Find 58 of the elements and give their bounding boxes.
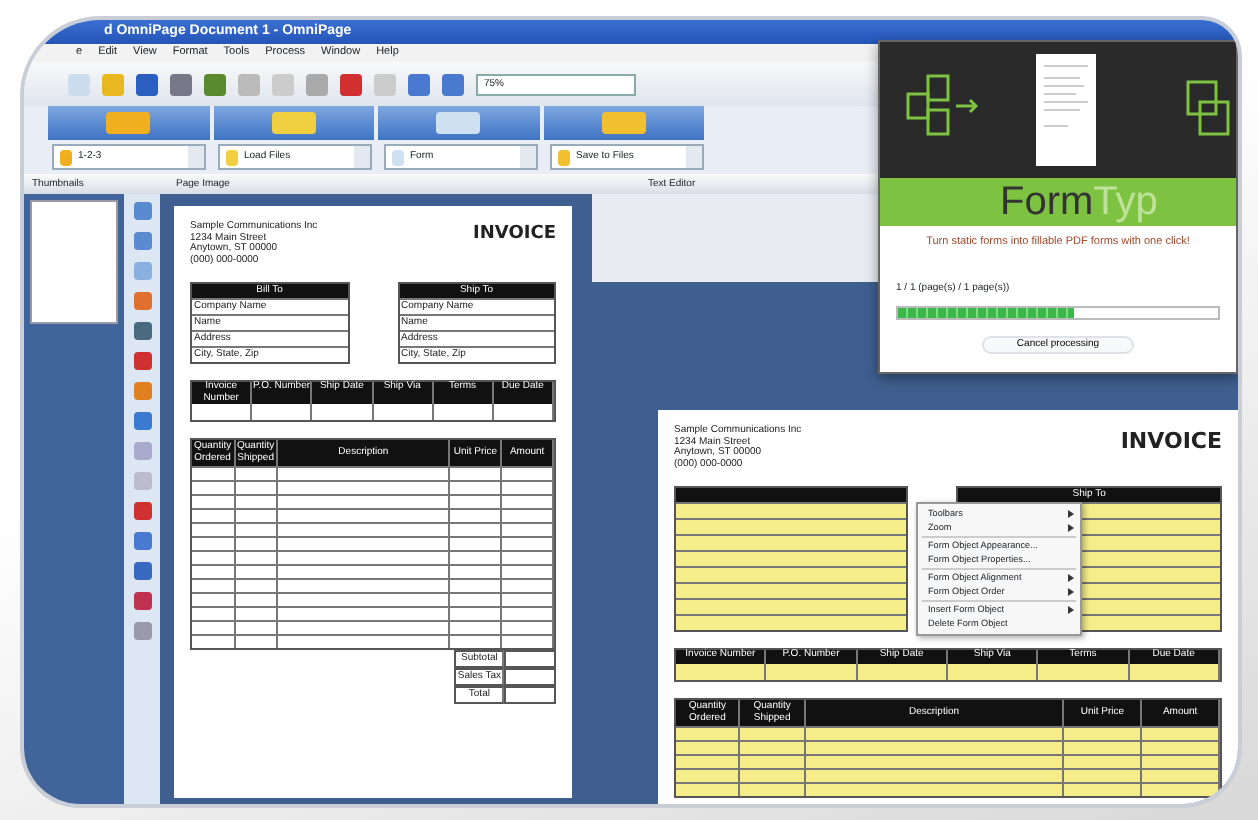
form-field[interactable] [676,518,907,535]
toolbar-icon[interactable] [204,73,226,95]
file-icon [558,149,570,165]
form-field[interactable] [676,502,907,519]
toolbar-icon[interactable] [408,73,430,95]
form-field[interactable] [805,782,1065,797]
product-logo: FormTyp [1000,180,1158,224]
page-thumbnail[interactable] [30,200,118,324]
toolbar-icon[interactable] [170,73,192,95]
form-field[interactable] [676,768,741,783]
form-field[interactable] [1038,664,1130,681]
toolbar-icon[interactable] [136,73,158,95]
table-cell [504,668,556,687]
toolbar-icon[interactable] [442,73,464,95]
workflow-step-icon[interactable] [601,112,646,134]
form-field[interactable] [676,550,907,567]
file-icon [392,149,404,165]
form-field[interactable] [947,664,1039,681]
form-field[interactable] [676,566,907,583]
form-field[interactable] [676,534,907,551]
form-field[interactable] [676,782,741,797]
form-field[interactable] [1064,726,1143,741]
form-field[interactable] [740,754,806,769]
form-field[interactable] [1064,740,1143,755]
invoice-heading: INVOICE [473,222,556,248]
form-field[interactable] [676,754,741,769]
form-field[interactable] [766,664,858,681]
form-field[interactable] [676,598,907,615]
form-field[interactable] [676,614,907,631]
invoice-heading: INVOICE [1120,426,1222,458]
form-field[interactable] [1142,768,1220,783]
form-field[interactable] [676,740,741,755]
workflow-step-icon[interactable] [271,112,316,134]
form-field[interactable] [805,726,1065,741]
workflow-step-icon[interactable] [436,112,481,134]
file-icon [226,149,238,165]
form-field[interactable] [676,726,741,741]
form-field[interactable] [740,740,806,755]
form-field[interactable] [1064,768,1143,783]
form-field[interactable] [805,768,1065,783]
form-field[interactable] [1142,740,1220,755]
form-field[interactable] [676,664,767,681]
form-field[interactable] [805,754,1065,769]
form-field[interactable] [1142,726,1220,741]
form-field[interactable] [805,740,1065,755]
form-field[interactable] [1142,782,1220,797]
form-field[interactable] [740,768,806,783]
form-field[interactable] [740,782,806,797]
form-field[interactable] [1142,754,1220,769]
form-field[interactable] [676,582,907,599]
table-cell [504,686,556,705]
form-field[interactable] [857,664,948,681]
form-field[interactable] [1064,782,1143,797]
toolbar-icon[interactable] [340,73,362,95]
form-field[interactable] [740,726,806,741]
form-field[interactable] [1129,664,1220,681]
form-field[interactable] [1064,754,1143,769]
file-icon [60,149,72,165]
